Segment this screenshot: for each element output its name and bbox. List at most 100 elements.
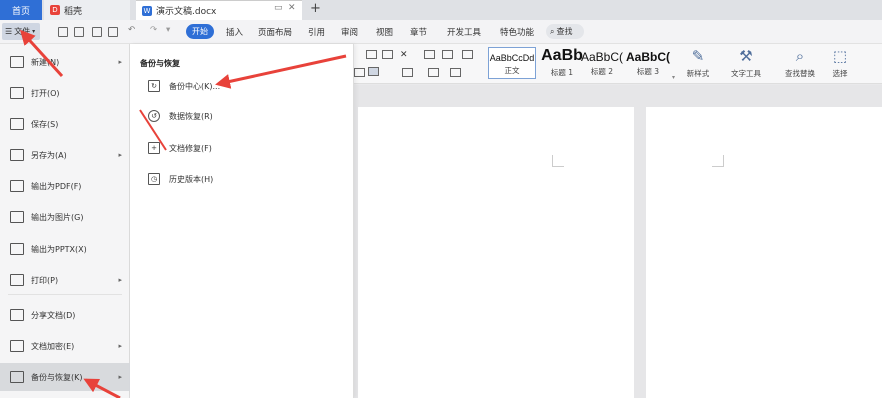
style-heading3[interactable]: AaBbC( 标题 3 [624, 47, 672, 79]
save-icon [10, 118, 24, 130]
menu-save-as[interactable]: 另存为(A) ▸ [0, 141, 130, 169]
submenu-history-version-label: 历史版本(H) [169, 174, 214, 184]
menu-print-label: 打印(P) [31, 275, 59, 285]
menu-backup-restore-label: 备份与恢复(K) [31, 372, 83, 382]
align-left-icon[interactable] [366, 50, 377, 59]
file-menu-panel: 新建(N) ▸ 打开(O) 保存(S) 另存为(A) ▸ 输出为PDF(F) 输… [0, 44, 130, 398]
sort-icon[interactable]: ✕ [400, 50, 411, 60]
document-page[interactable] [358, 107, 634, 398]
preview-quick-icon[interactable] [108, 27, 118, 37]
new-style-icon: ✎ [691, 47, 705, 65]
submenu-backup-center-label: 备份中心(K)... [169, 81, 221, 91]
printer-icon [10, 274, 24, 286]
menu-export-pptx[interactable]: 输出为PPTX(X) [0, 235, 130, 263]
select-button[interactable]: ⬚ 选择 [824, 47, 856, 79]
encrypt-icon [10, 340, 24, 352]
tab-references[interactable]: 引用 [308, 26, 325, 38]
export-quick-icon[interactable] [74, 27, 84, 37]
page-margin-marker [712, 155, 724, 167]
menu-encrypt[interactable]: 文档加密(E) ▸ [0, 332, 130, 360]
image-icon [10, 211, 24, 223]
menu-backup-restore[interactable]: 备份与恢复(K) ▸ [0, 363, 130, 391]
doc-repair-icon: + [148, 142, 160, 154]
save-quick-icon[interactable] [58, 27, 68, 37]
style-heading2-sample: AaBbC( [580, 50, 624, 64]
more-quick-icon[interactable]: ▾ [166, 25, 170, 35]
document-page-2[interactable] [646, 107, 882, 398]
folder-icon [10, 87, 24, 99]
undo-icon[interactable]: ↶ [128, 25, 135, 35]
menu-save[interactable]: 保存(S) [0, 110, 130, 138]
backup-icon [10, 371, 24, 383]
save-as-icon [10, 149, 24, 161]
menu-share[interactable]: 分享文档(D) [0, 301, 130, 329]
chevron-down-icon: ▾ [32, 28, 36, 35]
justify-icon[interactable] [354, 68, 365, 77]
style-normal[interactable]: AaBbCcDd 正文 [488, 47, 536, 79]
border-icon[interactable] [462, 50, 473, 59]
style-heading2[interactable]: AaBbC( 标题 2 [578, 47, 626, 79]
submenu-backup-center[interactable]: ↻ 备份中心(K)... [148, 77, 220, 95]
chevron-right-icon: ▸ [118, 58, 122, 66]
menu-open-label: 打开(O) [31, 88, 60, 98]
print-quick-icon[interactable] [92, 27, 102, 37]
tab-chapter[interactable]: 章节 [410, 26, 427, 38]
find-replace-button[interactable]: ⌕ 查找替换 [778, 47, 822, 79]
tab-developer[interactable]: 开发工具 [447, 26, 481, 38]
menu-export-image[interactable]: 输出为图片(G) [0, 203, 130, 231]
new-tab-button[interactable]: + [310, 1, 321, 16]
tab-start[interactable]: 开始 [186, 24, 214, 39]
submenu-history-version[interactable]: ◷ 历史版本(H) [148, 170, 213, 188]
pptx-icon [10, 243, 24, 255]
menu-divider [8, 294, 122, 295]
search-tab[interactable]: ⌕ 查找 [546, 24, 584, 39]
fill-icon[interactable] [428, 68, 439, 77]
menu-open[interactable]: 打开(O) [0, 79, 130, 107]
submenu-title: 备份与恢复 [140, 59, 180, 68]
menu-export-pdf-label: 输出为PDF(F) [31, 181, 82, 191]
monitor-icon[interactable]: ▭ [274, 3, 283, 13]
tab-view[interactable]: 视图 [376, 26, 393, 38]
submenu-data-recovery[interactable]: ↺ 数据恢复(R) [148, 107, 213, 125]
menu-export-pdf[interactable]: 输出为PDF(F) [0, 172, 130, 200]
submenu-data-recovery-label: 数据恢复(R) [169, 111, 213, 121]
close-tab-icon[interactable]: ✕ [288, 3, 296, 13]
align-center-icon[interactable] [382, 50, 393, 59]
tab-insert[interactable]: 插入 [226, 26, 243, 38]
writer-logo-icon: W [142, 5, 152, 16]
tab-bar: 首页 D 稻壳 W 演示文稿.docx ▭ ✕ + [0, 0, 882, 20]
backup-center-icon: ↻ [148, 80, 160, 92]
new-style-button[interactable]: ✎ 新样式 [680, 47, 716, 79]
table-border-icon[interactable] [450, 68, 461, 77]
menu-new[interactable]: 新建(N) ▸ [0, 48, 130, 76]
data-recovery-icon: ↺ [148, 110, 160, 122]
tab-document[interactable]: W 演示文稿.docx ▭ ✕ [136, 0, 302, 20]
line-spacing-icon[interactable] [402, 68, 413, 77]
backup-submenu: 备份与恢复 ↻ 备份中心(K)... ↺ 数据恢复(R) + 文档修复(F) ◷… [130, 44, 354, 398]
style-heading3-label: 标题 3 [636, 67, 660, 76]
distributed-icon[interactable] [368, 67, 379, 76]
menu-share-label: 分享文档(D) [31, 310, 76, 320]
tab-special[interactable]: 特色功能 [500, 26, 534, 38]
tab-daoke[interactable]: D 稻壳 [44, 0, 130, 20]
tab-home[interactable]: 首页 [0, 0, 42, 20]
styles-more-icon[interactable]: ▾ [672, 74, 675, 81]
menu-new-label: 新建(N) [31, 57, 60, 67]
text-tool-label: 文字工具 [731, 69, 761, 78]
font-color-icon[interactable] [424, 50, 435, 59]
tab-page-layout[interactable]: 页面布局 [258, 26, 292, 38]
submenu-doc-repair[interactable]: + 文档修复(F) [148, 139, 212, 157]
chevron-right-icon: ▸ [118, 342, 122, 350]
hamburger-icon: ☰ [5, 27, 13, 36]
file-menu-button[interactable]: ☰ 文件 ▾ [2, 23, 40, 40]
chevron-right-icon: ▸ [118, 276, 122, 284]
shading-icon[interactable] [442, 50, 453, 59]
tab-document-label: 演示文稿.docx [156, 7, 217, 17]
chevron-right-icon: ▸ [118, 373, 122, 381]
style-heading3-sample: AaBbC( [626, 50, 670, 64]
tab-review[interactable]: 审阅 [341, 26, 358, 38]
text-tool-button[interactable]: ⚒ 文字工具 [724, 47, 768, 79]
menu-row: ☰ 文件 ▾ ↶ ↷ ▾ 开始 插入 页面布局 引用 审阅 视图 章节 开发工具… [0, 20, 882, 44]
menu-print[interactable]: 打印(P) ▸ [0, 266, 130, 294]
redo-icon[interactable]: ↷ [150, 25, 157, 35]
